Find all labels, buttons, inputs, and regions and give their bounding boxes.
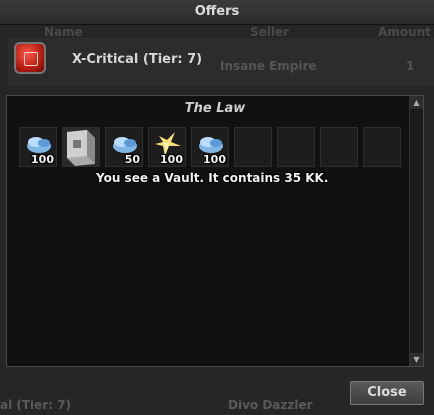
column-seller[interactable]: Seller: [250, 25, 289, 39]
container-slot[interactable]: 100: [19, 127, 57, 167]
container-slot-selected[interactable]: [62, 127, 100, 167]
container-slot[interactable]: 100: [148, 127, 186, 167]
close-button[interactable]: Close: [350, 381, 424, 405]
container-slot-empty[interactable]: [363, 127, 401, 167]
slot-count: 100: [160, 153, 183, 166]
container-slot-empty[interactable]: [234, 127, 272, 167]
container-window: The Law 100 50 100 100 You see a Vault. …: [6, 95, 424, 367]
offer-name: X-Critical (Tier: 7): [72, 52, 203, 67]
container-title: The Law: [184, 101, 246, 116]
scroll-down-arrow-icon[interactable]: ▼: [410, 353, 423, 366]
item-tooltip: You see a Vault. It contains 35 KK.: [96, 171, 329, 185]
offers-window: Offers Name Seller Amount X-Critical (Ti…: [0, 0, 434, 415]
container-slot[interactable]: 100: [191, 127, 229, 167]
container-slot-empty[interactable]: [320, 127, 358, 167]
slot-count: 50: [124, 153, 140, 166]
slot-count: 100: [31, 153, 54, 166]
column-name[interactable]: Name: [44, 25, 83, 39]
scroll-up-arrow-icon[interactable]: ▲: [410, 96, 423, 109]
container-scrollbar[interactable]: ▲ ▼: [409, 96, 423, 366]
container-slots: 100 50 100 100: [19, 127, 405, 167]
bottom-row-seller: Divo Dazzler: [228, 398, 313, 412]
slot-count: 100: [203, 153, 226, 166]
container-slot[interactable]: 50: [105, 127, 143, 167]
offer-amount: 1: [406, 59, 415, 73]
bottom-row-name: al (Tier: 7): [0, 398, 72, 412]
offer-row[interactable]: X-Critical (Tier: 7) Insane Empire 1: [8, 38, 434, 86]
container-slot-empty[interactable]: [277, 127, 315, 167]
offer-seller: Insane Empire: [220, 59, 317, 73]
vault-icon: [67, 130, 95, 166]
column-amount[interactable]: Amount: [378, 25, 431, 39]
window-title: Offers: [0, 0, 434, 25]
hit-item-icon: [14, 42, 46, 74]
